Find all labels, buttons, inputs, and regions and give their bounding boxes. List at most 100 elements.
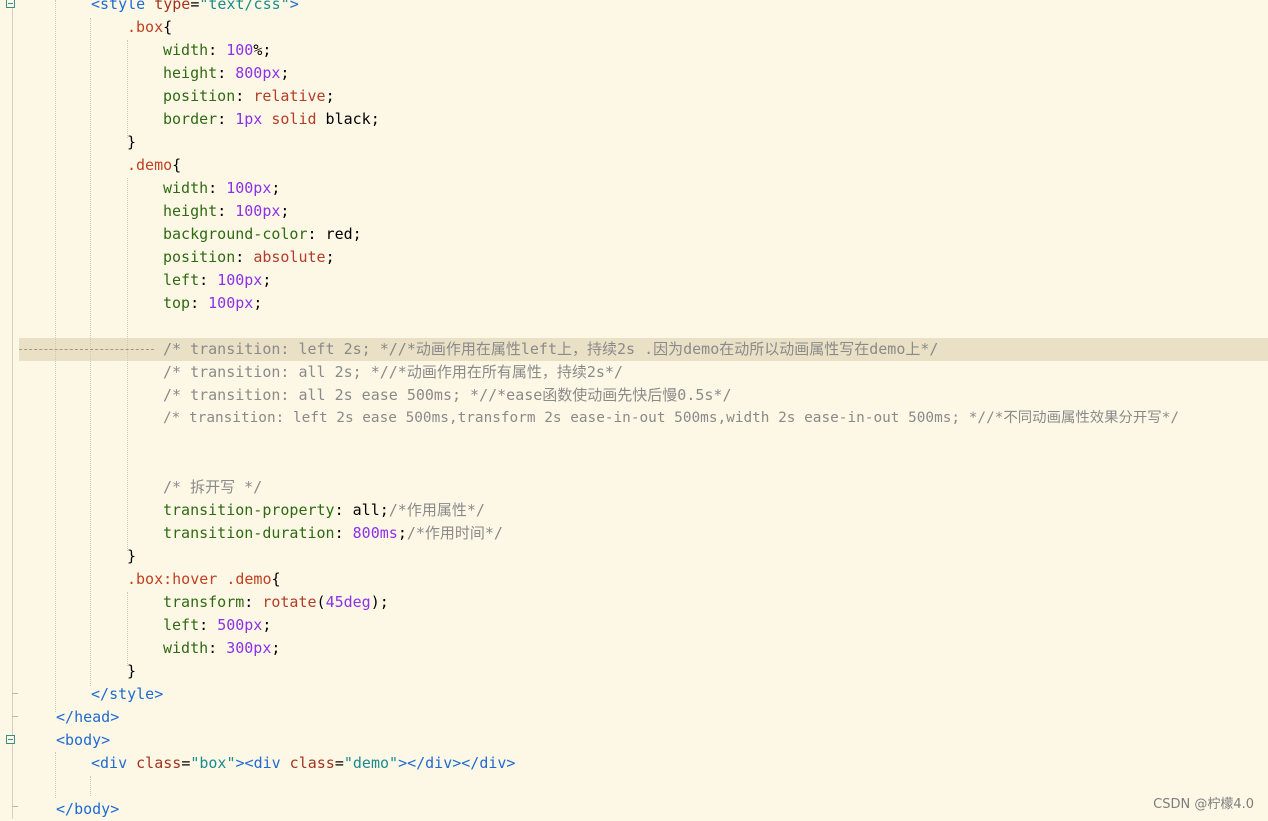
code-token: > bbox=[101, 731, 111, 749]
fold-end-marker bbox=[12, 693, 18, 694]
code-line[interactable]: .box:hover .demo{ bbox=[127, 568, 281, 591]
code-line[interactable]: </style> bbox=[91, 683, 163, 706]
code-token: : bbox=[190, 294, 209, 312]
code-token: } bbox=[127, 662, 137, 680]
code-line[interactable]: left: 100px; bbox=[163, 269, 271, 292]
code-token: transition-property bbox=[163, 501, 335, 519]
code-comment-line[interactable]: /* transition: left 2s ease 500ms,transf… bbox=[163, 407, 1179, 430]
code-token: : bbox=[235, 248, 254, 266]
code-token: </div> bbox=[461, 754, 516, 772]
code-token: ; bbox=[280, 202, 290, 220]
code-token: > bbox=[110, 708, 120, 726]
code-token: style bbox=[109, 685, 155, 703]
code-comment-line[interactable]: /* 拆开写 */ bbox=[163, 476, 262, 499]
code-line[interactable]: </body> bbox=[56, 798, 119, 821]
code-token: body bbox=[74, 800, 111, 818]
indent-guide bbox=[55, 0, 56, 712]
fold-collapse-icon[interactable] bbox=[6, 0, 15, 8]
code-comment-line[interactable]: /* transition: all 2s ease 500ms; *//*ea… bbox=[163, 384, 731, 407]
code-token: : bbox=[208, 41, 227, 59]
code-token: ; bbox=[352, 225, 362, 243]
code-token: top bbox=[163, 294, 191, 312]
code-line[interactable]: .demo{ bbox=[127, 154, 181, 177]
code-line[interactable]: </head> bbox=[56, 706, 119, 729]
code-line[interactable]: height: 800px; bbox=[163, 62, 289, 85]
code-token: 100px bbox=[226, 179, 272, 197]
code-token: ; bbox=[253, 294, 263, 312]
code-token: : bbox=[208, 179, 227, 197]
fold-collapse-icon[interactable] bbox=[6, 735, 15, 744]
code-comment-line[interactable]: /* transition: left 2s; *//*动画作用在属性left上… bbox=[163, 338, 938, 361]
code-token: </ bbox=[91, 685, 110, 703]
code-token: red bbox=[325, 225, 353, 243]
indent-guide bbox=[90, 776, 91, 796]
code-line[interactable]: background-color: red; bbox=[163, 223, 362, 246]
code-line[interactable]: transform: rotate(45deg); bbox=[163, 591, 389, 614]
code-token: 100px bbox=[217, 271, 263, 289]
code-token: : bbox=[208, 639, 227, 657]
code-token: 500px bbox=[217, 616, 263, 634]
code-token: </ bbox=[56, 800, 75, 818]
code-line[interactable]: left: 500px; bbox=[163, 614, 271, 637]
code-token: </div> bbox=[407, 754, 462, 772]
code-line[interactable]: transition-duration: 800ms;/*作用时间*/ bbox=[163, 522, 503, 545]
code-token: > bbox=[110, 800, 120, 818]
code-token: /*作用属性*/ bbox=[388, 501, 485, 519]
code-line[interactable]: } bbox=[127, 660, 136, 683]
code-token: = bbox=[181, 754, 191, 772]
code-token: class bbox=[280, 754, 335, 772]
code-line[interactable]: position: absolute; bbox=[163, 246, 335, 269]
fold-end-marker bbox=[12, 716, 18, 717]
code-token: < bbox=[91, 0, 101, 13]
code-token: style bbox=[100, 0, 146, 13]
code-token: : bbox=[217, 64, 236, 82]
fold-end-marker bbox=[12, 806, 18, 807]
code-line[interactable]: width: 300px; bbox=[163, 637, 280, 660]
code-token: : bbox=[199, 271, 218, 289]
code-line[interactable]: <div class="box"><div class="demo"></div… bbox=[91, 752, 515, 775]
fold-gutter bbox=[12, 0, 13, 819]
code-line[interactable]: transition-property: all;/*作用属性*/ bbox=[163, 499, 485, 522]
code-token: { bbox=[163, 18, 173, 36]
code-line[interactable]: width: 100px; bbox=[163, 177, 280, 200]
code-token: position bbox=[163, 248, 236, 266]
code-token: type bbox=[154, 0, 191, 13]
code-token: </ bbox=[56, 708, 75, 726]
code-token: "text/css" bbox=[199, 0, 290, 13]
code-token: 1px bbox=[235, 110, 263, 128]
code-line[interactable]: top: 100px; bbox=[163, 292, 262, 315]
code-line[interactable]: <style type="text/css"> bbox=[91, 0, 299, 16]
code-token: width bbox=[163, 639, 209, 657]
code-token: > bbox=[398, 754, 408, 772]
code-token: < bbox=[56, 731, 66, 749]
code-line[interactable]: position: relative; bbox=[163, 85, 335, 108]
code-line[interactable]: } bbox=[127, 545, 136, 568]
code-token: 45deg bbox=[325, 593, 371, 611]
code-token: : bbox=[334, 501, 353, 519]
code-line[interactable]: <body> bbox=[56, 729, 110, 752]
code-token: width bbox=[163, 179, 209, 197]
code-editor[interactable]: <style type="text/css"> .box{ width: 100… bbox=[0, 0, 1268, 819]
code-token: all bbox=[352, 501, 380, 519]
code-token: class bbox=[127, 754, 182, 772]
code-token: .demo bbox=[127, 156, 173, 174]
code-token: : bbox=[199, 616, 218, 634]
code-token: : bbox=[217, 202, 236, 220]
code-line[interactable]: } bbox=[127, 131, 136, 154]
code-comment-line[interactable]: /* transition: all 2s; *//*动画作用在所有属性，持续2… bbox=[163, 361, 623, 384]
code-token: height bbox=[163, 64, 218, 82]
code-line[interactable]: .box{ bbox=[127, 16, 172, 39]
code-token: : bbox=[334, 524, 353, 542]
code-token: > bbox=[289, 0, 299, 13]
code-line[interactable]: border: 1px solid black; bbox=[163, 108, 380, 131]
code-token: ; bbox=[325, 248, 335, 266]
code-token: ; bbox=[262, 41, 272, 59]
code-token: /*作用时间*/ bbox=[406, 524, 503, 542]
code-token: 100px bbox=[208, 294, 254, 312]
code-line[interactable]: height: 100px; bbox=[163, 200, 289, 223]
code-token: width bbox=[163, 41, 209, 59]
indent-guide bbox=[90, 18, 91, 686]
code-line[interactable]: width: 100%; bbox=[163, 39, 271, 62]
code-token: } bbox=[127, 547, 137, 565]
code-token: "demo" bbox=[343, 754, 399, 772]
